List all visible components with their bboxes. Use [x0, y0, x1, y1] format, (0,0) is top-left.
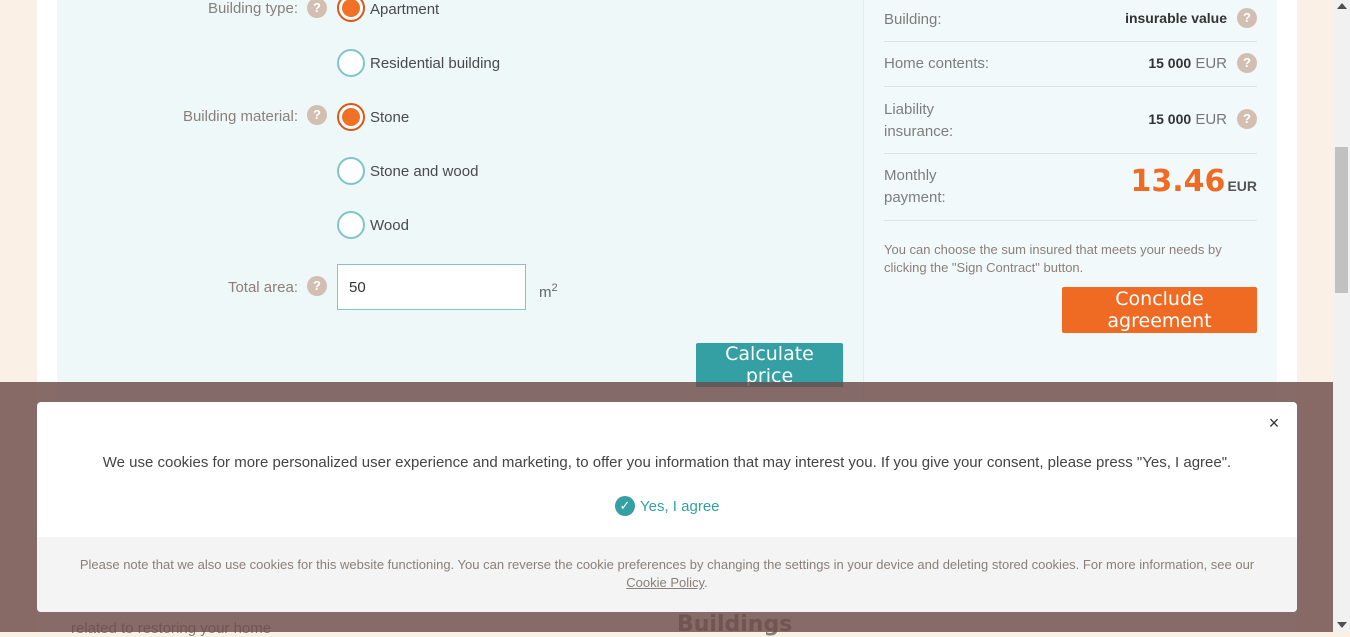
check-circle-icon: ✓: [615, 496, 635, 516]
vertical-scrollbar[interactable]: [1333, 0, 1350, 632]
radio-label-wood[interactable]: Wood: [370, 217, 409, 234]
home-contents-help-icon[interactable]: ?: [1237, 53, 1257, 73]
home-contents-amount: 15 000: [1148, 55, 1192, 71]
summary-row-building: Building: insurable value ?: [884, 0, 1257, 42]
cookie-consent-dialog: × We use cookies for more personalized u…: [37, 402, 1297, 612]
radio-label-apartment[interactable]: Apartment: [370, 1, 439, 18]
radio-label-residential-building[interactable]: Residential building: [370, 55, 500, 72]
liability-currency: EUR: [1195, 111, 1227, 128]
total-area-label: Total area:: [227, 279, 298, 296]
radio-label-stone-and-wood[interactable]: Stone and wood: [370, 163, 478, 180]
scrollbar-thumb[interactable]: [1335, 147, 1348, 293]
monthly-payment-currency: EUR: [1227, 178, 1257, 194]
building-material-label: Building material:: [182, 108, 298, 125]
monthly-payment-label: Monthly payment:: [884, 167, 946, 206]
area-unit-exponent: 2: [551, 282, 558, 294]
building-summary-help-icon[interactable]: ?: [1237, 8, 1257, 28]
radio-wood[interactable]: [337, 211, 365, 239]
yes-i-agree-button[interactable]: ✓ Yes, I agree: [615, 496, 720, 516]
summary-row-liability: Liability insurance: 15 000 EUR ?: [884, 87, 1257, 154]
liability-help-icon[interactable]: ?: [1237, 109, 1257, 129]
total-area-help-icon[interactable]: ?: [307, 276, 327, 296]
liability-label: Liability insurance:: [884, 101, 954, 140]
home-contents-value: 15 000 EUR: [1148, 55, 1227, 72]
cookie-footer: Please note that we also use cookies for…: [37, 537, 1297, 612]
conclude-agreement-button[interactable]: Conclude agreement: [1062, 287, 1257, 333]
scroll-down-arrow-icon[interactable]: [1337, 622, 1347, 628]
close-icon[interactable]: ×: [1265, 414, 1283, 432]
cookie-footer-body: Please note that we also use cookies for…: [79, 557, 1255, 572]
sum-insured-note: You can choose the sum insured that meet…: [884, 242, 1222, 275]
building-summary-label: Building:: [884, 11, 942, 28]
radio-label-stone[interactable]: Stone: [370, 109, 409, 126]
building-summary-value: insurable value: [1125, 10, 1227, 27]
building-value-text: insurable value: [1125, 10, 1227, 26]
area-unit: m2: [539, 282, 558, 301]
total-area-input[interactable]: [337, 264, 526, 310]
radio-residential-building[interactable]: [337, 49, 365, 77]
calculate-price-button[interactable]: Calculate price: [696, 343, 843, 387]
building-type-label: Building type:: [207, 0, 298, 17]
cookie-policy-link[interactable]: Cookie Policy: [626, 575, 704, 590]
liability-value: 15 000 EUR: [1148, 111, 1227, 128]
summary-row-home-contents: Home contents: 15 000 EUR ?: [884, 42, 1257, 87]
radio-stone[interactable]: [337, 103, 365, 131]
scroll-up-arrow-icon[interactable]: [1337, 3, 1347, 9]
summary-row-monthly-payment: Monthly payment: 13.46 EUR: [884, 154, 1257, 221]
home-contents-label: Home contents:: [884, 55, 990, 72]
cookie-message: We use cookies for more personalized use…: [102, 454, 1232, 471]
radio-stone-and-wood[interactable]: [337, 157, 365, 185]
monthly-payment-value: 13.46 EUR: [1131, 164, 1257, 199]
liability-amount: 15 000: [1148, 111, 1192, 127]
area-unit-base: m: [539, 284, 552, 301]
building-material-help-icon[interactable]: ?: [307, 105, 327, 125]
cookie-footer-end: .: [704, 575, 708, 590]
home-contents-currency: EUR: [1195, 55, 1227, 72]
yes-i-agree-label[interactable]: Yes, I agree: [640, 498, 720, 515]
cookie-footer-text: Please note that we also use cookies for…: [77, 556, 1257, 592]
monthly-payment-amount: 13.46: [1130, 164, 1226, 199]
